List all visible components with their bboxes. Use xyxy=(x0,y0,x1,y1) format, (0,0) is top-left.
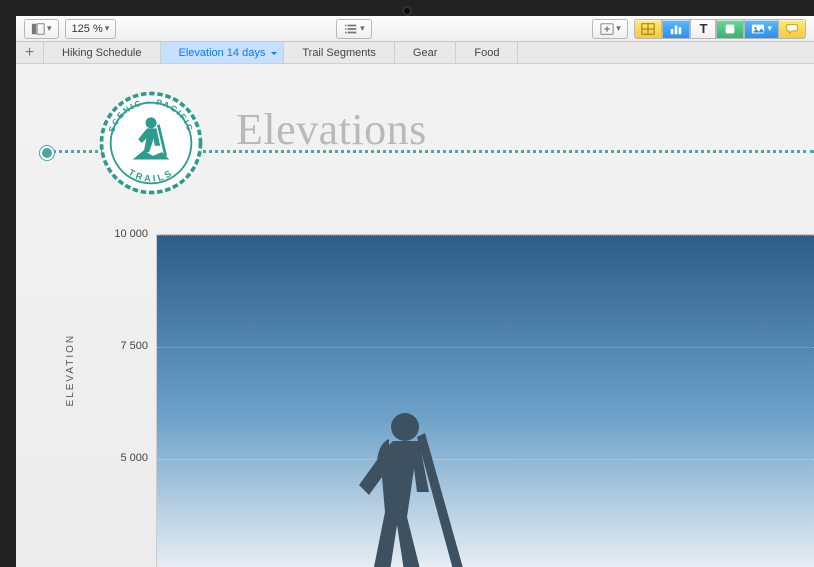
table-icon xyxy=(641,22,655,36)
insert-menu-button[interactable]: ▾ xyxy=(592,19,628,39)
shape-icon xyxy=(723,22,737,36)
sheet-tab-label: Elevation 14 days xyxy=(179,47,266,59)
sheet-tab-bar: + Hiking Schedule Elevation 14 days Trai… xyxy=(16,42,814,64)
insert-object-group: T ▾ xyxy=(634,19,806,39)
zoom-select[interactable]: 125 % ▾ xyxy=(65,19,117,39)
toolbar: ▾ 125 % ▾ ▾ ▾ xyxy=(16,16,814,42)
sheet-tab-trail-segments[interactable]: Trail Segments xyxy=(284,42,395,63)
app-window: ▾ 125 % ▾ ▾ ▾ xyxy=(0,0,814,567)
sheet-tab-elevation[interactable]: Elevation 14 days xyxy=(161,42,285,63)
sheet-tab-label: Food xyxy=(474,47,499,59)
view-icon xyxy=(31,22,45,36)
media-icon xyxy=(751,22,765,36)
chevron-down-icon: ▾ xyxy=(360,23,365,34)
plus-box-icon xyxy=(600,22,614,36)
category-menu-button[interactable]: ▾ xyxy=(336,19,372,39)
insert-shape-button[interactable] xyxy=(716,19,744,39)
sheet-tab-food[interactable]: Food xyxy=(456,42,518,63)
device-camera xyxy=(402,6,412,16)
trails-logo: SCENIC · PACIFIC TRAILS xyxy=(96,88,206,198)
y-axis-label: ELEVATION xyxy=(65,333,76,406)
y-tick-7500: 7 500 xyxy=(104,340,148,352)
zoom-value: 125 % xyxy=(72,23,103,35)
y-tick-5000: 5 000 xyxy=(104,452,148,464)
chevron-down-icon: ▾ xyxy=(767,23,772,34)
insert-chart-button[interactable] xyxy=(662,19,690,39)
chart-icon xyxy=(669,22,683,36)
background-hiker-image xyxy=(327,397,487,567)
y-tick-10000: 10 000 xyxy=(104,228,148,240)
insert-table-button[interactable] xyxy=(634,19,662,39)
insert-text-button[interactable]: T xyxy=(690,19,716,39)
page-title: Elevations xyxy=(236,104,427,155)
comment-icon xyxy=(785,22,799,36)
plus-icon: + xyxy=(25,45,34,61)
chevron-down-icon: ▾ xyxy=(105,23,110,34)
text-icon: T xyxy=(700,21,708,36)
sheet-tab-hiking-schedule[interactable]: Hiking Schedule xyxy=(44,42,161,63)
sheet-tab-label: Gear xyxy=(413,47,437,59)
sheet-tab-gear[interactable]: Gear xyxy=(395,42,456,63)
insert-media-button[interactable]: ▾ xyxy=(744,19,779,39)
sheet-canvas[interactable]: SCENIC · PACIFIC TRAILS Elevations ELEVA… xyxy=(16,64,814,567)
sheet-tab-label: Hiking Schedule xyxy=(62,47,142,59)
list-icon xyxy=(344,22,358,36)
view-menu-button[interactable]: ▾ xyxy=(24,19,59,39)
elevation-chart[interactable]: ELEVATION 10 000 7 500 5 000 xyxy=(86,234,814,567)
sheet-tab-label: Trail Segments xyxy=(302,47,376,59)
insert-comment-button[interactable] xyxy=(778,19,806,39)
chart-plot-area xyxy=(156,234,814,567)
chevron-down-icon: ▾ xyxy=(616,23,621,34)
sheet-header: SCENIC · PACIFIC TRAILS Elevations xyxy=(36,64,814,194)
chevron-down-icon: ▾ xyxy=(47,23,52,34)
add-sheet-button[interactable]: + xyxy=(16,42,44,63)
